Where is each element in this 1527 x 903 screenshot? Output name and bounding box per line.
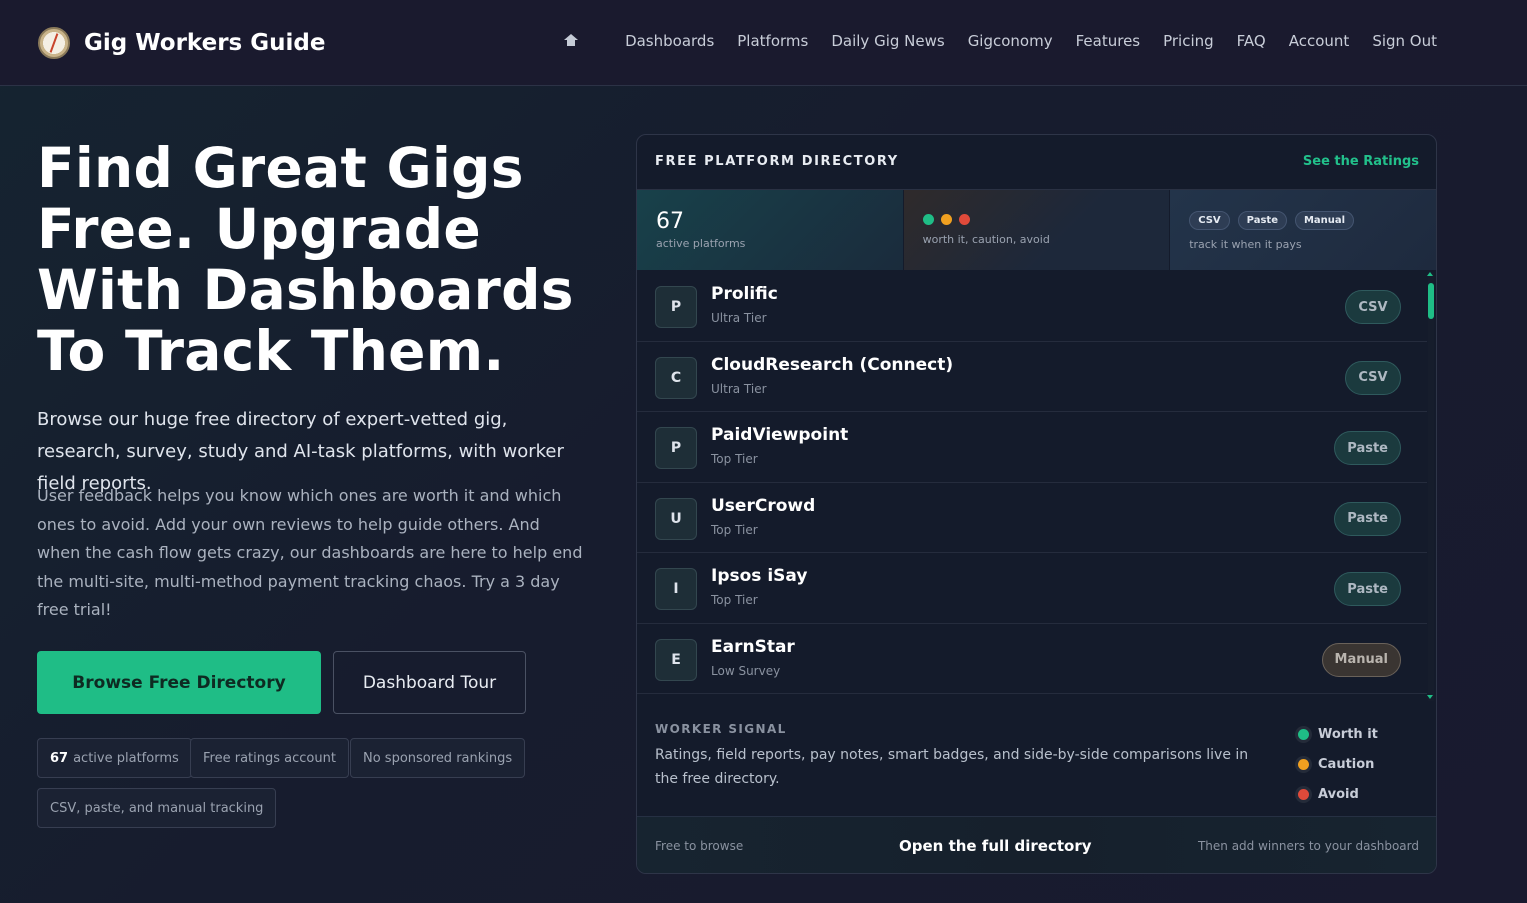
avoid-dot-icon <box>1298 788 1309 800</box>
scroll-up-icon[interactable] <box>1427 272 1433 276</box>
platform-list: P Prolific Ultra Tier CSV C CloudResearc… <box>637 271 1427 701</box>
nav-link-gigconomy[interactable]: Gigconomy <box>968 32 1053 50</box>
signal-dots <box>922 214 977 225</box>
avatar: P <box>655 427 697 469</box>
table-row[interactable]: E EarnStar Low Survey Manual <box>637 624 1427 694</box>
method-badge: CSV <box>1345 290 1401 324</box>
avatar: P <box>655 286 697 328</box>
avoid-dot-icon <box>958 214 970 225</box>
chip-tracking-methods: CSV, paste, and manual tracking <box>37 788 277 828</box>
method-badge: Paste <box>1334 501 1401 536</box>
open-full-directory-link[interactable]: Open the full directory <box>899 837 1092 855</box>
table-row[interactable]: I Ipsos iSay Top Tier Paste <box>637 553 1427 624</box>
worker-signal-text: Ratings, field reports, pay notes, smart… <box>655 747 1249 787</box>
chip-no-sponsored: No sponsored rankings <box>350 738 526 778</box>
pill-manual: Manual <box>1294 211 1355 230</box>
brand-name: Gig Workers Guide <box>84 30 326 56</box>
pill-csv: CSV <box>1189 211 1230 230</box>
home-icon[interactable] <box>564 34 579 48</box>
panel-footer: Free to browse Open the full directory T… <box>637 816 1436 873</box>
nav-link-platforms[interactable]: Platforms <box>737 32 808 50</box>
nav-links: Dashboards Platforms Daily Gig News Gigc… <box>564 32 1437 50</box>
dashboard-tour-button[interactable]: Dashboard Tour <box>333 651 526 714</box>
footer-free-browse: Free to browse <box>655 839 744 853</box>
platform-name: Prolific <box>711 284 778 304</box>
stat-count: 67 <box>656 209 684 234</box>
table-row[interactable]: C CloudResearch (Connect) Ultra Tier CSV <box>637 342 1427 412</box>
method-badge: Paste <box>1334 431 1401 465</box>
avatar: U <box>655 497 697 540</box>
nav-link-pricing[interactable]: Pricing <box>1163 32 1214 50</box>
browse-free-directory-button[interactable]: Browse Free Directory <box>37 651 321 714</box>
nav-link-faq[interactable]: FAQ <box>1237 32 1266 50</box>
method-badge: CSV <box>1345 360 1401 395</box>
legend-avoid: Avoid <box>1298 779 1378 809</box>
list-scrollbar[interactable] <box>1428 273 1434 701</box>
brand[interactable]: Gig Workers Guide <box>38 26 325 60</box>
nav-link-sign-out[interactable]: Sign Out <box>1372 32 1437 50</box>
stat-signal: worth it, caution, avoid <box>903 190 1171 270</box>
platform-tier: Ultra Tier <box>711 381 767 396</box>
caution-dot-icon <box>940 214 952 225</box>
chip-active-platforms: 67 active platforms <box>37 738 192 778</box>
platform-tier: Low Survey <box>711 663 781 678</box>
stat-signal-caption: worth it, caution, avoid <box>922 233 1050 246</box>
platform-tier: Top Tier <box>711 452 758 466</box>
chip-platform-count: 67 <box>50 750 69 766</box>
platform-tier: Top Tier <box>711 593 758 607</box>
table-row[interactable]: P PaidViewpoint Top Tier Paste <box>637 412 1427 483</box>
footer-add-winners: Then add winners to your dashboard <box>1197 839 1419 853</box>
avatar: I <box>655 568 697 610</box>
panel-header: FREE PLATFORM DIRECTORY See the Ratings <box>637 135 1436 190</box>
caution-dot-icon <box>1298 758 1309 770</box>
scroll-down-icon[interactable] <box>1427 695 1433 699</box>
nav-link-daily-gig-news[interactable]: Daily Gig News <box>831 32 944 50</box>
avatar: E <box>655 638 697 681</box>
nav-link-features[interactable]: Features <box>1076 32 1141 50</box>
tracking-pills: CSV Paste Manual <box>1189 211 1362 230</box>
legend-worth-it: Worth it <box>1298 719 1378 749</box>
chip-platform-label: active platforms <box>73 750 179 766</box>
legend-label: Worth it <box>1318 726 1378 742</box>
nav-link-account[interactable]: Account <box>1289 32 1350 50</box>
platform-directory-panel: FREE PLATFORM DIRECTORY See the Ratings … <box>636 134 1437 874</box>
platform-name: CloudResearch (Connect) <box>711 354 954 375</box>
legend-label: Caution <box>1318 756 1375 772</box>
method-badge: Manual <box>1321 642 1401 677</box>
legend-label: Avoid <box>1318 786 1359 802</box>
signal-legend: Worth it Caution Avoid <box>1298 719 1378 809</box>
worker-signal-label: WORKER SIGNAL <box>655 722 787 736</box>
hero-body: User feedback helps you know which ones … <box>37 486 583 619</box>
compass-logo-icon <box>38 27 70 59</box>
stat-tracking-caption: track it when it pays <box>1189 238 1302 251</box>
table-row[interactable]: P Prolific Ultra Tier CSV <box>637 271 1427 342</box>
stat-tracking: CSV Paste Manual track it when it pays <box>1170 190 1436 270</box>
list-scrollbar-thumb[interactable] <box>1428 283 1434 319</box>
platform-tier: Ultra Tier <box>711 311 767 325</box>
avatar: C <box>655 356 697 399</box>
top-navigation: Gig Workers Guide Dashboards Platforms D… <box>0 0 1527 86</box>
platform-name: EarnStar <box>711 636 795 657</box>
table-row[interactable]: U UserCrowd Top Tier Paste <box>637 483 1427 553</box>
platform-name: UserCrowd <box>711 495 816 516</box>
panel-stats: 67 active platforms worth it, caution, a… <box>637 190 1436 270</box>
legend-caution: Caution <box>1298 749 1378 779</box>
platform-name: Ipsos iSay <box>711 566 808 586</box>
platform-name: PaidViewpoint <box>711 425 849 445</box>
worth-dot-icon <box>1298 728 1309 740</box>
chip-free-ratings: Free ratings account <box>190 738 349 778</box>
pill-paste: Paste <box>1237 211 1287 230</box>
see-ratings-link[interactable]: See the Ratings <box>1303 154 1419 169</box>
stat-count-caption: active platforms <box>656 237 746 250</box>
platform-tier: Top Tier <box>711 522 758 537</box>
nav-link-dashboards[interactable]: Dashboards <box>625 32 714 50</box>
hero-title: Find Great Gigs Free. Upgrade With Dashb… <box>37 136 574 383</box>
stat-active-platforms: 67 active platforms <box>637 190 904 270</box>
worth-dot-icon <box>922 214 934 225</box>
method-badge: Paste <box>1334 572 1401 606</box>
panel-title: FREE PLATFORM DIRECTORY <box>655 154 899 169</box>
